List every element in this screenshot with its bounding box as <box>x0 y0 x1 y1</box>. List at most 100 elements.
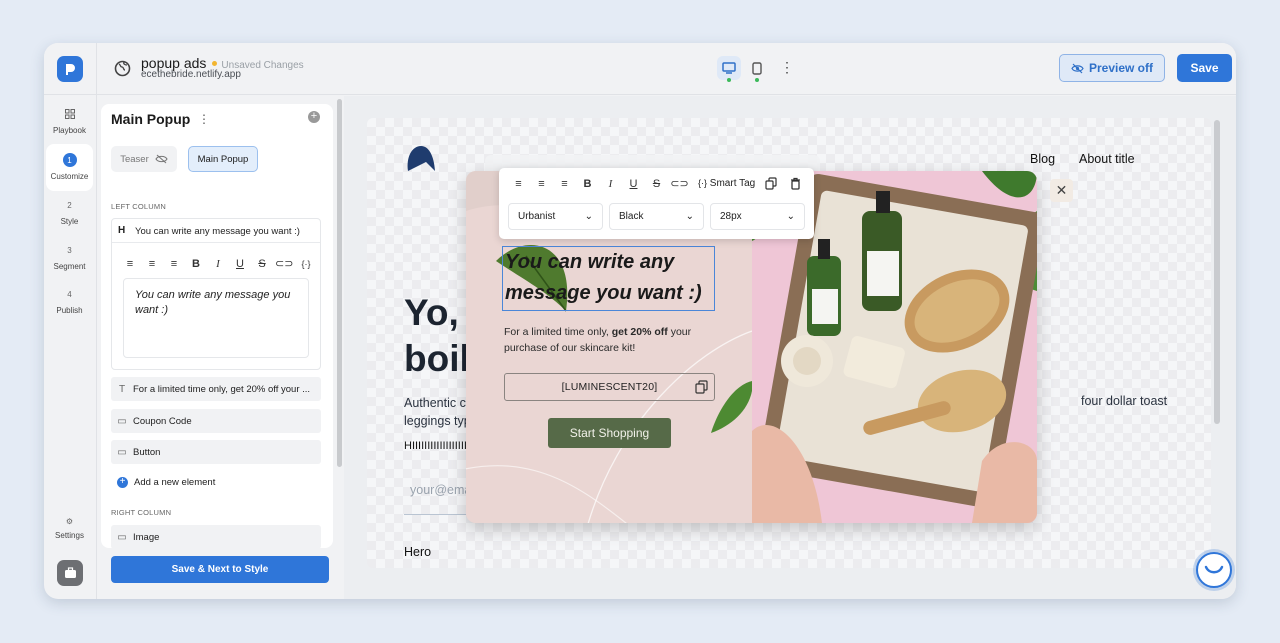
font-family-select[interactable]: Urbanist ⌄ <box>508 203 603 230</box>
tab-teaser[interactable]: Teaser <box>111 146 177 172</box>
nav-customize-label: Customize <box>50 172 89 181</box>
app-logo[interactable] <box>57 56 83 82</box>
editor-format-toolbar: ≡ ≡ ≡ B I U S ⊂⊃ {·} <box>121 257 315 271</box>
heading-element-label[interactable]: You can write any message you want :) <box>135 226 300 237</box>
step-3-badge: 3 <box>67 245 72 255</box>
nav-publish[interactable]: 4 Publish <box>46 287 93 323</box>
coupon-code-box[interactable]: [LUMINESCENT20] <box>504 373 715 401</box>
align-left-icon[interactable]: ≡ <box>509 178 528 190</box>
unsaved-dot <box>212 60 218 66</box>
duplicate-icon[interactable] <box>765 177 777 195</box>
coupon-icon: ▭ <box>117 415 127 427</box>
nav-segment-label: Segment <box>53 262 86 271</box>
plus-circle-icon: + <box>117 477 128 488</box>
mobile-view-button[interactable] <box>745 56 769 80</box>
panel-title: Main Popup <box>111 111 191 127</box>
image-element-row[interactable]: ▭ Image <box>111 525 321 548</box>
link-icon[interactable]: ⊂⊃ <box>670 177 689 190</box>
nav-playbook[interactable]: Playbook <box>46 107 93 143</box>
start-shopping-button[interactable]: Start Shopping <box>548 418 671 448</box>
italic-icon[interactable]: I <box>601 178 620 190</box>
chat-widget-button[interactable] <box>1196 552 1232 588</box>
text-format-toolbar: ≡ ≡ ≡ B I U S ⊂⊃ {·} Smart Tag Urbanist ⌄… <box>499 168 814 239</box>
underline-icon[interactable]: U <box>231 258 249 270</box>
sidebar-divider <box>96 43 97 599</box>
more-options-icon[interactable]: ⋮ <box>780 60 794 74</box>
nav-settings-label: Settings <box>55 531 84 540</box>
mobile-icon <box>752 61 762 75</box>
chat-smile-icon <box>1204 565 1224 574</box>
eye-off-icon <box>1071 63 1084 73</box>
tab-main-popup[interactable]: Main Popup <box>188 146 258 172</box>
italic-icon[interactable]: I <box>209 258 227 270</box>
font-family-value: Urbanist <box>518 211 556 222</box>
font-color-select[interactable]: Black ⌄ <box>609 203 704 230</box>
save-button[interactable]: Save <box>1177 54 1232 82</box>
site-nav-about[interactable]: About title <box>1079 152 1135 166</box>
toolbar-icons: ≡ ≡ ≡ B I U S ⊂⊃ <box>509 177 689 191</box>
canvas-vertical-scrollbar[interactable] <box>1214 120 1220 424</box>
trash-icon[interactable] <box>790 177 801 195</box>
smart-tag-icon: {·} <box>698 178 708 188</box>
button-element-row[interactable]: ▭ Button <box>111 440 321 464</box>
nav-style-label: Style <box>60 217 79 226</box>
strikethrough-icon[interactable]: S <box>647 178 666 190</box>
right-column-label: RIGHT COLUMN <box>111 508 172 517</box>
coupon-element-row[interactable]: ▭ Coupon Code <box>111 409 321 433</box>
nav-customize[interactable]: 1 Customize <box>46 144 93 191</box>
align-left-icon[interactable]: ≡ <box>121 258 139 270</box>
bold-icon[interactable]: B <box>578 178 597 190</box>
popup-close-button[interactable]: ✕ <box>1050 179 1073 202</box>
nav-settings[interactable]: ⚙ Settings <box>46 514 93 541</box>
text-element-row[interactable]: T For a limited time only, get 20% off y… <box>111 377 321 401</box>
desktop-status-dot <box>727 78 731 82</box>
briefcase-button[interactable] <box>57 560 83 586</box>
preview-button[interactable]: Preview off <box>1059 54 1165 82</box>
link-icon[interactable]: ⊂⊃ <box>275 257 293 270</box>
align-right-icon[interactable]: ≡ <box>165 258 183 270</box>
add-circle-icon[interactable]: + <box>308 111 320 123</box>
editor-divider <box>112 242 320 243</box>
font-color-value: Black <box>619 211 644 222</box>
bold-icon[interactable]: B <box>187 258 205 270</box>
site-url: ecethebride.netlify.app <box>141 69 241 80</box>
nav-style[interactable]: 2 Style <box>46 198 93 234</box>
nav-segment[interactable]: 3 Segment <box>46 243 93 279</box>
panel-scrollbar[interactable] <box>337 99 342 467</box>
align-center-icon[interactable]: ≡ <box>143 258 161 270</box>
site-logo <box>404 143 436 180</box>
smart-tag-icon[interactable]: {·} <box>297 259 315 269</box>
underline-icon[interactable]: U <box>624 178 643 190</box>
copy-icon[interactable] <box>695 380 708 397</box>
hero-text-right: four dollar toast <box>1081 394 1168 408</box>
editor-panel: Main Popup ⋮ + Teaser Main Popup LEFT CO… <box>101 104 333 548</box>
site-nav-blog[interactable]: Blog <box>1030 152 1055 166</box>
font-size-select[interactable]: 28px ⌄ <box>710 203 805 230</box>
rich-text-editor[interactable]: You can write any message you want :) <box>123 278 309 358</box>
add-element-label: Add a new element <box>134 477 216 488</box>
mobile-status-dot <box>755 78 759 82</box>
chevron-down-icon: ⌄ <box>685 211 694 222</box>
chevron-down-icon: ⌄ <box>584 211 593 222</box>
panel-menu-icon[interactable]: ⋮ <box>198 112 210 126</box>
button-icon: ▭ <box>117 446 127 458</box>
coupon-element-label: Coupon Code <box>133 415 192 427</box>
heading-type-icon: H <box>118 225 126 236</box>
add-element-button[interactable]: + Add a new element <box>117 477 215 488</box>
smart-tag-button[interactable]: {·} Smart Tag <box>698 178 755 189</box>
align-center-icon[interactable]: ≡ <box>532 178 551 190</box>
image-element-label: Image <box>133 531 160 543</box>
save-next-button[interactable]: Save & Next to Style <box>111 556 329 583</box>
tab-teaser-label: Teaser <box>120 153 149 165</box>
globe-icon <box>114 60 131 82</box>
step-2-badge: 2 <box>67 200 72 210</box>
eye-off-icon <box>155 154 168 164</box>
subtext-bold: get 20% off <box>611 326 668 338</box>
left-column-label: LEFT COLUMN <box>111 202 166 211</box>
popup-subtext[interactable]: For a limited time only, get 20% off you… <box>504 324 710 356</box>
popup-message-heading[interactable]: You can write any message you want :) <box>502 246 715 311</box>
strikethrough-icon[interactable]: S <box>253 258 271 270</box>
desktop-view-button[interactable] <box>717 56 741 80</box>
coupon-code-text: [LUMINESCENT20] <box>561 381 658 393</box>
align-right-icon[interactable]: ≡ <box>555 178 574 190</box>
